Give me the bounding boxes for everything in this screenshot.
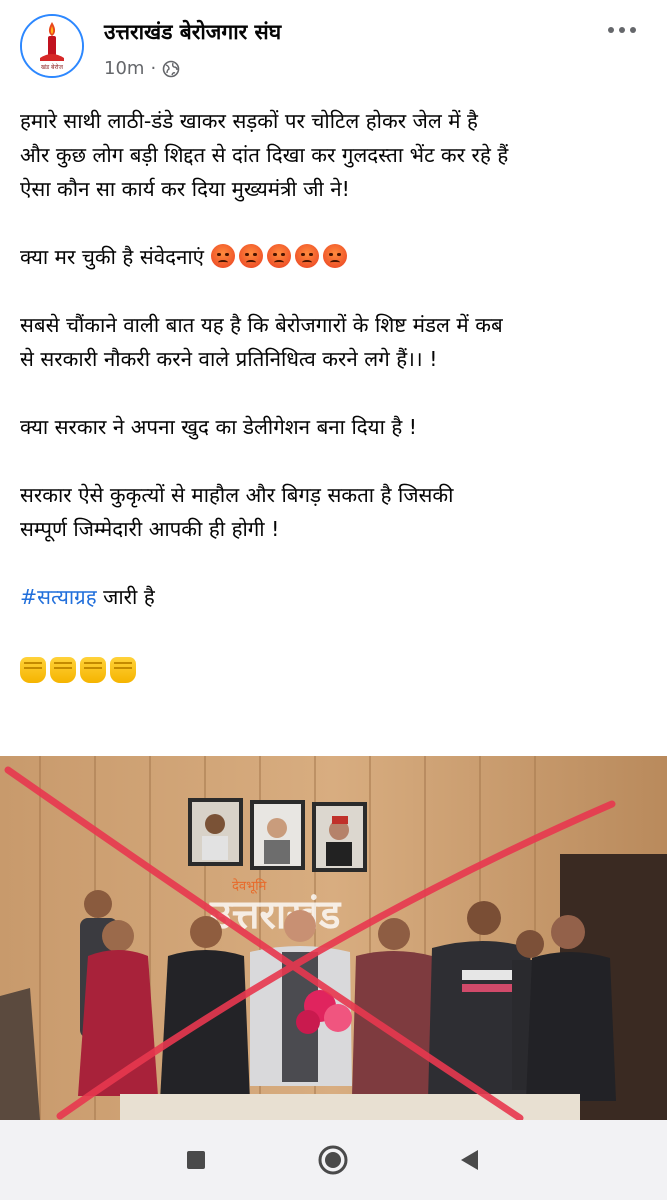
post-line: सरकार ऐसे कुकृत्यों से माहौल और बिगड़ सक… (20, 483, 454, 507)
hashtag-trailing-text: जारी है (96, 585, 155, 609)
globe-icon (162, 60, 180, 77)
post-line: सबसे चौंकाने वाली बात यह है कि बेरोजगारो… (20, 313, 503, 337)
hashtag-link[interactable]: #सत्याग्रह (20, 585, 97, 609)
raised-fist-emoji-icon (20, 657, 46, 683)
fist-emoji-row (20, 654, 655, 688)
triangle-back-icon (461, 1150, 478, 1170)
angry-face-emoji-icon (322, 244, 347, 268)
system-navigation-bar (0, 1120, 667, 1200)
raised-fist-emoji-icon (80, 657, 106, 683)
page-name-link[interactable]: उत्तराखंड बेरोजगार संघ (104, 18, 281, 46)
angry-face-emoji-icon (210, 244, 235, 268)
post-photo-image: देवभूमि उत्तराखंड (0, 756, 667, 1120)
post-line: हमारे साथी लाठी-डंडे खाकर सड़कों पर चोटि… (20, 109, 478, 133)
post-body: हमारे साथी लाठी-डंडे खाकर सड़कों पर चोटि… (20, 104, 655, 688)
wall-portraits (188, 798, 367, 872)
post-line: क्या सरकार ने अपना खुद का डेलीगेशन बना द… (20, 415, 418, 439)
post-line: से सरकारी नौकरी करने वाले प्रतिनिधित्व क… (20, 347, 438, 371)
post-line: ऐसा कौन सा कार्य कर दिया मुख्यमंत्री जी … (20, 177, 350, 201)
back-button[interactable] (454, 1144, 486, 1176)
post-line: क्या मर चुकी है संवेदनाएं (20, 245, 204, 269)
angry-face-emoji-icon (238, 244, 263, 268)
home-button[interactable] (317, 1144, 349, 1176)
recents-button[interactable] (180, 1144, 212, 1176)
hashtag-line: #सत्याग्रह जारी है (20, 580, 655, 614)
circle-home-icon (318, 1145, 348, 1175)
raised-fist-emoji-icon (50, 657, 76, 683)
post-meta: 10m · (104, 58, 180, 79)
angry-face-emoji-icon (266, 244, 291, 268)
square-recents-icon (187, 1151, 205, 1169)
more-horizontal-icon (608, 27, 636, 33)
post-line: सम्पूर्ण जिम्मेदारी आपकी ही होगी ! (20, 517, 280, 541)
more-options-button[interactable] (607, 14, 637, 40)
avatar-caption: खंड बेरोज (41, 63, 63, 71)
angry-emoji-row (210, 244, 351, 269)
post-line-emotion: क्या मर चुकी है संवेदनाएं (20, 240, 655, 274)
page-avatar[interactable]: खंड बेरोज (20, 14, 84, 78)
post-photo[interactable]: देवभूमि उत्तराखंड (0, 756, 667, 1120)
wall-sign-large: उत्तराखंड (209, 892, 342, 938)
post-header: खंड बेरोज उत्तराखंड बेरोजगार संघ 10m · (0, 0, 667, 98)
raised-fist-emoji-icon (110, 657, 136, 683)
post-time[interactable]: 10m (104, 58, 144, 79)
angry-face-emoji-icon (294, 244, 319, 268)
avatar-logo-icon: खंड बेरोज (22, 16, 82, 76)
meta-separator: · (150, 58, 157, 79)
post-line: और कुछ लोग बड़ी शिद्दत से दांत दिखा कर ग… (20, 143, 509, 167)
